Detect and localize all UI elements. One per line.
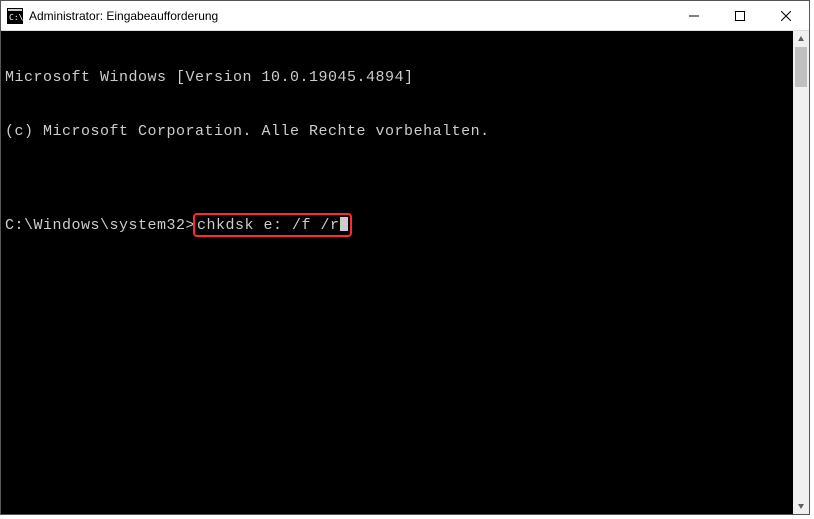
scroll-up-button[interactable] [793,31,809,47]
text-cursor [340,217,348,231]
maximize-button[interactable] [717,1,763,30]
scrollbar-track[interactable] [793,47,809,498]
window-title: Administrator: Eingabeaufforderung [29,9,671,23]
typed-command: chkdsk e: /f /r [197,217,340,234]
command-highlight: chkdsk e: /f /r [193,213,352,237]
titlebar[interactable]: C:\ Administrator: Eingabeaufforderung [1,1,809,31]
terminal-body[interactable]: Microsoft Windows [Version 10.0.19045.48… [1,31,809,514]
terminal-content: Microsoft Windows [Version 10.0.19045.48… [1,31,809,275]
window-controls [671,1,809,30]
output-line: Microsoft Windows [Version 10.0.19045.48… [5,69,805,87]
cmd-icon: C:\ [7,8,23,24]
scrollbar-thumb[interactable] [795,47,807,87]
close-button[interactable] [763,1,809,30]
command-prompt-window: C:\ Administrator: Eingabeaufforderung M… [0,0,810,515]
prompt-path: C:\Windows\system32> [5,217,195,234]
svg-text:C:\: C:\ [9,13,23,22]
scroll-down-button[interactable] [793,498,809,514]
vertical-scrollbar[interactable] [793,31,809,514]
prompt-line: C:\Windows\system32>chkdsk e: /f /r [5,213,805,237]
output-line: (c) Microsoft Corporation. Alle Rechte v… [5,123,805,141]
minimize-button[interactable] [671,1,717,30]
